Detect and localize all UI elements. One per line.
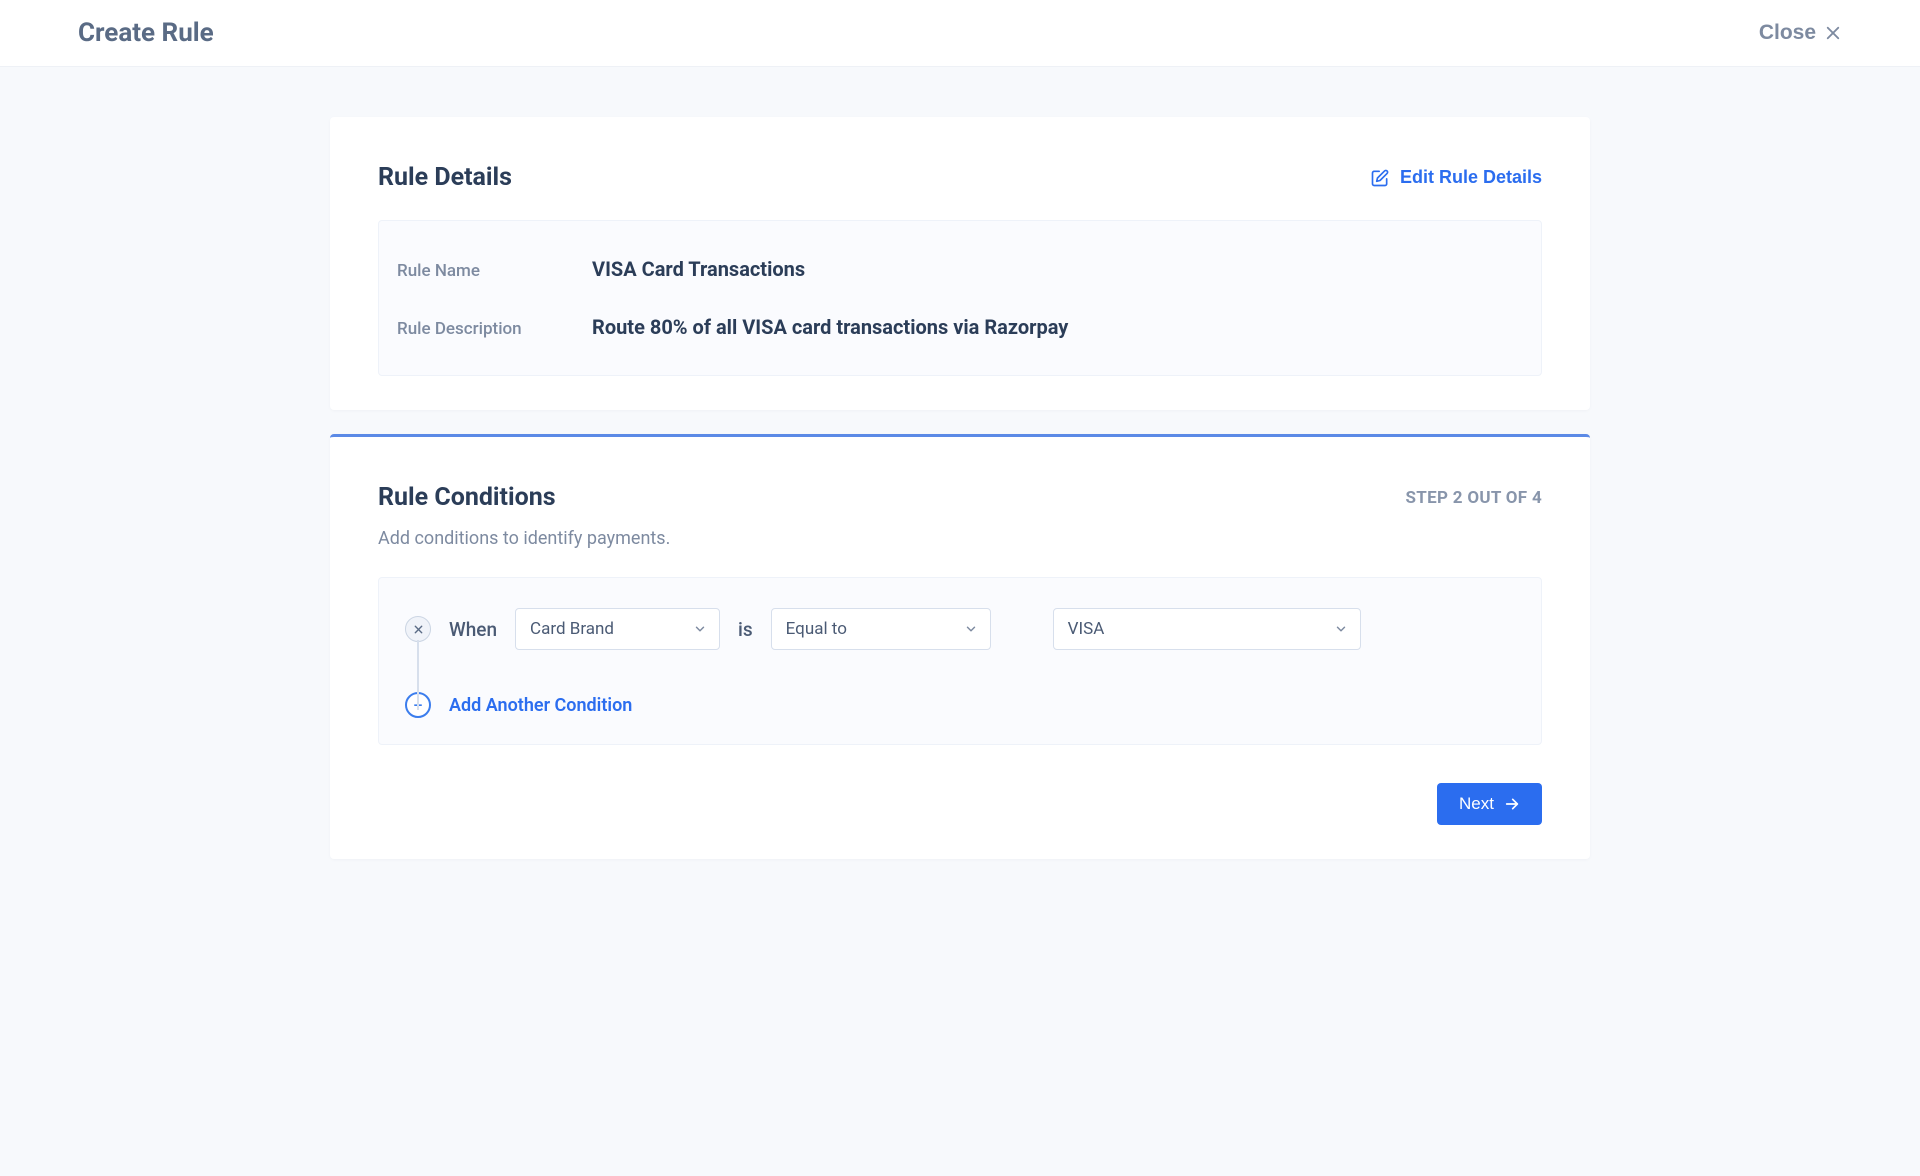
close-button[interactable]: Close [1759,21,1842,45]
edit-rule-details-button[interactable]: Edit Rule Details [1370,167,1542,188]
page-title: Create Rule [78,18,214,48]
rule-name-value: VISA Card Transactions [592,257,805,281]
step-indicator: STEP 2 OUT OF 4 [1406,488,1543,508]
rule-conditions-subhead: Add conditions to identify payments. [378,528,1542,549]
arrow-right-icon [1504,796,1520,812]
chevron-down-icon [964,622,978,636]
next-button[interactable]: Next [1437,783,1542,825]
add-condition-row: + Add Another Condition [405,692,1515,718]
rule-details-title: Rule Details [378,163,512,192]
rule-details-box: Rule Name VISA Card Transactions Rule De… [378,220,1542,376]
header-bar: Create Rule Close [0,0,1920,67]
rule-name-row: Rule Name VISA Card Transactions [397,251,1523,287]
rule-details-card: Rule Details Edit Rule Details Rule Name… [330,117,1590,410]
is-label: is [738,618,753,641]
edit-rule-details-label: Edit Rule Details [1400,167,1542,188]
conditions-box: When Card Brand is Equal to VISA [378,577,1542,745]
rule-description-row: Rule Description Route 80% of all VISA c… [397,309,1523,345]
condition-field-select[interactable]: Card Brand [515,608,720,650]
close-icon [1824,24,1842,42]
rule-description-label: Rule Description [397,319,592,339]
when-label: When [449,618,497,641]
chevron-down-icon [1334,622,1348,636]
condition-value-select[interactable]: VISA [1053,608,1361,650]
rule-description-value: Route 80% of all VISA card transactions … [592,315,1068,339]
add-condition-label[interactable]: Add Another Condition [449,695,632,716]
close-label: Close [1759,21,1816,45]
next-label: Next [1459,794,1494,814]
condition-operator-value: Equal to [786,619,847,639]
rule-conditions-title: Rule Conditions [378,483,556,512]
condition-operator-select[interactable]: Equal to [771,608,991,650]
condition-row: When Card Brand is Equal to VISA [405,608,1515,650]
rule-name-label: Rule Name [397,261,592,281]
condition-value-value: VISA [1068,619,1105,639]
remove-condition-button[interactable] [405,616,431,642]
rule-conditions-card: Rule Conditions STEP 2 OUT OF 4 Add cond… [330,434,1590,859]
chevron-down-icon [693,622,707,636]
remove-icon [413,624,424,635]
condition-connector [417,640,419,710]
condition-field-value: Card Brand [530,619,614,639]
edit-icon [1370,168,1390,188]
